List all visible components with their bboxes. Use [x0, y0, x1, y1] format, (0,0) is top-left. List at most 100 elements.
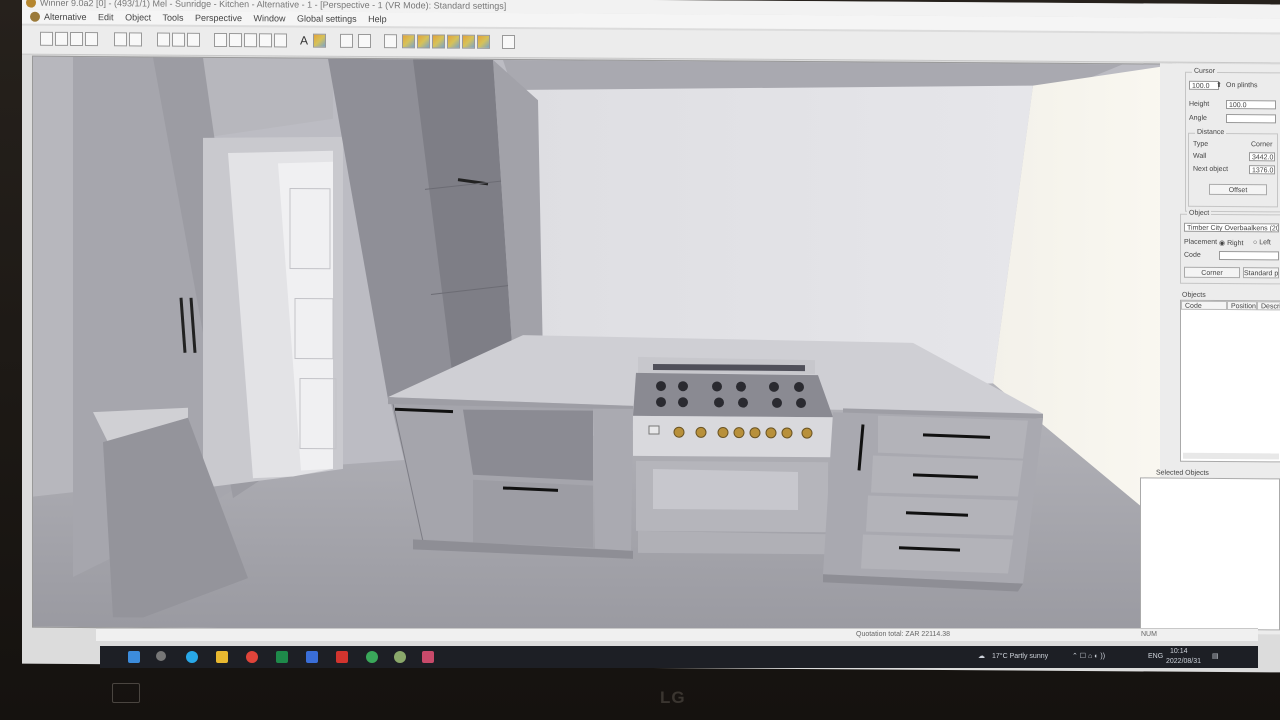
start-icon[interactable]: [128, 651, 140, 663]
weather-icon[interactable]: ☁: [978, 646, 985, 668]
objects-list-scrollbar[interactable]: [1183, 452, 1279, 460]
circle-tool-icon[interactable]: [340, 33, 353, 48]
excel-icon[interactable]: [276, 651, 288, 663]
monitor-button: [112, 683, 140, 703]
height-field[interactable]: 100.0: [1226, 100, 1276, 110]
code-label: Code: [1184, 251, 1201, 259]
corner-button[interactable]: Corner: [1184, 266, 1240, 279]
column-code[interactable]: Code: [1181, 300, 1227, 311]
placement-left-radio[interactable]: ○ Left: [1253, 239, 1271, 246]
distance-group-label: Distance: [1195, 128, 1227, 137]
print-icon[interactable]: [129, 32, 142, 47]
app-logo-icon: [26, 0, 36, 8]
weather-status[interactable]: 17°C Partly sunny: [992, 646, 1048, 668]
objects-list[interactable]: Code Position Description: [1180, 299, 1280, 463]
outlook-icon[interactable]: [306, 651, 318, 663]
cut-icon[interactable]: [157, 32, 170, 47]
perspective-viewport[interactable]: [32, 55, 1176, 636]
chrome-icon[interactable]: [246, 651, 258, 663]
zoom-out-icon[interactable]: [229, 33, 242, 48]
grid-tool-icon[interactable]: [55, 31, 68, 46]
zoom-all-icon[interactable]: [259, 33, 272, 48]
placement-label: Placement: [1184, 238, 1218, 246]
standard-products-button[interactable]: Standard produ: [1243, 267, 1279, 279]
type-value[interactable]: Corner: [1251, 141, 1272, 148]
next-object-label: Next object: [1193, 165, 1229, 174]
wall-distance-field[interactable]: 3442.0: [1249, 152, 1275, 162]
photo-icon[interactable]: [477, 34, 490, 49]
menu-global-settings[interactable]: Global settings: [297, 14, 357, 24]
file-explorer-icon[interactable]: [216, 651, 228, 663]
search-icon[interactable]: [156, 651, 166, 661]
panorama-icon[interactable]: [447, 34, 460, 49]
up-arrow-icon[interactable]: ⬆: [1216, 81, 1222, 89]
status-bar: Quotation total: ZAR 22114.38 NUM: [96, 628, 1258, 641]
objects-label: Objects: [1182, 291, 1206, 299]
distance-group: Distance Type Corner Wall 3442.0 Next ob…: [1188, 128, 1278, 208]
delete-icon[interactable]: [187, 32, 200, 47]
object-group-label: Object: [1187, 209, 1212, 217]
next-object-field[interactable]: 1376.0: [1249, 165, 1275, 175]
walkthrough-icon[interactable]: [432, 34, 445, 49]
arrow-tool-icon[interactable]: [358, 33, 371, 49]
language-indicator[interactable]: ENG: [1148, 646, 1163, 668]
cursor-group: Cursor 100.0 ⬆ On plinths Height 100.0 A…: [1185, 67, 1280, 213]
monitor-brand-logo: LG: [660, 688, 686, 707]
column-position[interactable]: Position: [1227, 301, 1257, 311]
menu-window[interactable]: Window: [254, 13, 286, 23]
tray-icons[interactable]: ⌃ ☐ ⌂ ◐ )): [1072, 646, 1105, 668]
menu-object[interactable]: Object: [125, 12, 151, 22]
placement-right-label: Right: [1227, 240, 1244, 248]
column-description[interactable]: Description: [1257, 301, 1280, 311]
type-label: Type: [1193, 140, 1209, 148]
zoom-in-icon[interactable]: [214, 32, 227, 48]
elevation-icon[interactable]: [402, 34, 415, 49]
text-tool-icon[interactable]: A: [300, 34, 308, 48]
menu-edit[interactable]: Edit: [98, 12, 114, 22]
quotation-total: Quotation total: ZAR 22114.38: [856, 631, 951, 638]
vr-mode-icon[interactable]: [462, 34, 475, 49]
gas-hob: [639, 378, 829, 420]
paint-icon[interactable]: [422, 651, 434, 663]
kitchen-render: [33, 56, 1175, 635]
placement-right-radio[interactable]: ◉ Right: [1219, 239, 1243, 247]
copy-icon[interactable]: [114, 32, 127, 47]
edge-icon[interactable]: [186, 651, 198, 663]
properties-panel: Cursor 100.0 ⬆ On plinths Height 100.0 A…: [1140, 63, 1280, 635]
oven-knobs: [647, 425, 827, 445]
height-label: Height: [1189, 100, 1210, 108]
clock-date[interactable]: 2022/08/31: [1166, 651, 1201, 673]
menu-alternative[interactable]: Alternative: [44, 12, 87, 22]
menu-tools[interactable]: Tools: [162, 13, 183, 23]
cursor-value-field[interactable]: 100.0: [1189, 80, 1219, 90]
code-field[interactable]: [1219, 250, 1279, 261]
object-name-field[interactable]: Timber City Overbaalkens (2008-1): [1184, 222, 1279, 233]
select-tool-icon[interactable]: [40, 31, 53, 46]
menu-perspective[interactable]: Perspective: [195, 13, 242, 23]
num-lock-indicator: NUM: [1141, 631, 1157, 638]
document-icon[interactable]: [30, 11, 40, 22]
windows-taskbar: ☁ 17°C Partly sunny ⌃ ☐ ⌂ ◐ )) ENG 10:14…: [100, 646, 1258, 668]
chrome-profile-icon[interactable]: [366, 651, 378, 663]
selected-objects-label: Selected Objects: [1156, 469, 1209, 477]
acrobat-icon[interactable]: [336, 651, 348, 663]
minus-icon[interactable]: [502, 34, 515, 50]
measure-icon[interactable]: [172, 32, 185, 47]
offset-button[interactable]: Offset: [1209, 183, 1267, 196]
selected-objects-list[interactable]: [1140, 477, 1280, 631]
notifications-icon[interactable]: ▤: [1212, 646, 1219, 668]
cursor-tool-icon[interactable]: [384, 34, 397, 49]
menu-help[interactable]: Help: [368, 14, 387, 24]
placement-left-label: Left: [1259, 239, 1271, 247]
cursor-mode-label: On plinths: [1226, 82, 1258, 90]
screen: Winner 9.0a2 [0] - (493/1/1) Mel - Sunri…: [22, 0, 1280, 673]
cursor-group-label: Cursor: [1192, 67, 1218, 75]
render-icon[interactable]: [313, 33, 326, 48]
wall-tool-icon[interactable]: [85, 32, 98, 47]
angle-field[interactable]: [1226, 114, 1276, 124]
winner-app-icon[interactable]: [394, 651, 406, 663]
zoom-window-icon[interactable]: [244, 33, 257, 48]
frame-icon[interactable]: [274, 33, 287, 48]
perspective-icon[interactable]: [417, 34, 430, 49]
cabinet-tool-icon[interactable]: [70, 31, 83, 47]
